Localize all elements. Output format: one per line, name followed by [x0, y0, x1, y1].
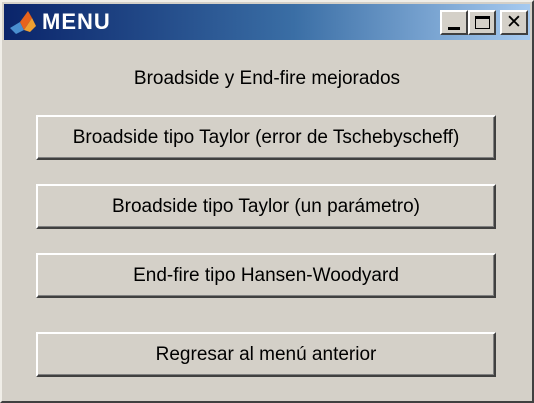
back-to-previous-menu-button[interactable]: Regresar al menú anterior: [36, 332, 496, 377]
maximize-icon: [474, 16, 490, 29]
broadside-taylor-tschebyscheff-button[interactable]: Broadside tipo Taylor (error de Tschebys…: [36, 115, 496, 160]
menu-window: MENU ✕ Broadside y End-fire mejorados Br…: [0, 0, 534, 403]
menu-heading: Broadside y End-fire mejorados: [133, 68, 401, 89]
minimize-icon: [448, 26, 460, 30]
matlab-logo-icon: [8, 8, 38, 36]
title-bar[interactable]: MENU ✕: [4, 4, 530, 40]
window-title: MENU: [42, 9, 111, 34]
broadside-taylor-one-parameter-button[interactable]: Broadside tipo Taylor (un parámetro): [36, 184, 496, 229]
maximize-button[interactable]: [468, 10, 496, 35]
close-button[interactable]: ✕: [500, 10, 528, 35]
close-icon: ✕: [506, 11, 522, 33]
endfire-hansen-woodyard-button[interactable]: End-fire tipo Hansen-Woodyard: [36, 253, 496, 298]
minimize-button[interactable]: [440, 10, 468, 35]
